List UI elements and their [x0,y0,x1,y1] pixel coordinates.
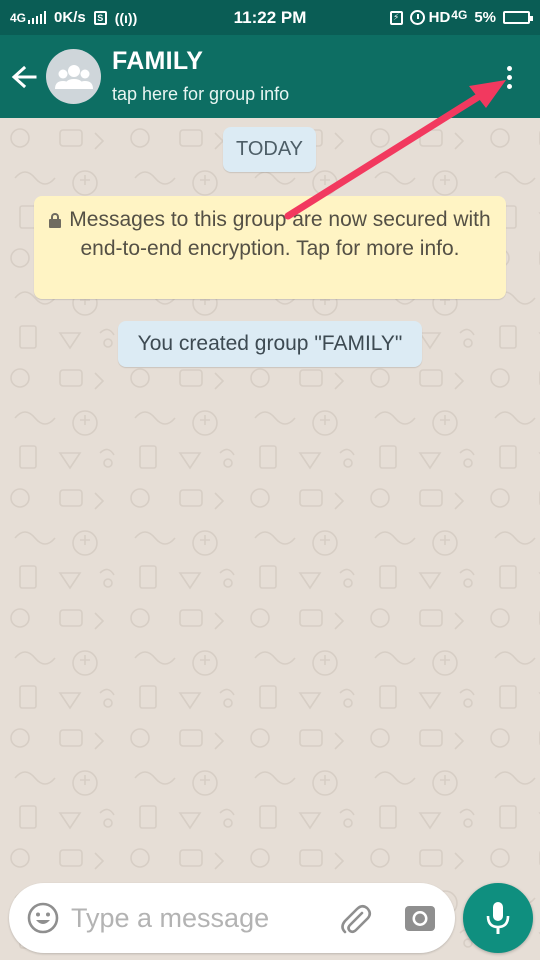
network-speed: 0K/s [54,9,86,26]
battery-icon [503,11,533,24]
encryption-notice[interactable]: Messages to this group are now secured w… [34,196,506,299]
sim-label: S [97,12,104,23]
group-icon [54,64,93,89]
system-message: You created group "FAMILY" [118,321,422,367]
status-time: 11:22 PM [233,7,307,27]
more-options-button[interactable] [494,59,524,95]
sim-icon: S [93,10,107,25]
charging-icon: ⚡ [389,10,403,25]
group-info[interactable]: FAMILY tap here for group info [112,46,290,105]
alarm-icon [409,10,425,25]
message-input[interactable] [71,895,333,941]
network-type-right: 4G [451,7,468,22]
hd-label: HD [428,9,451,26]
network-type: 4G [10,10,27,25]
status-left: 4G 0K/s S ((ı)) [10,9,210,26]
camera-button[interactable] [404,903,436,933]
group-title: FAMILY [112,46,204,75]
chat-area[interactable]: TODAY Messages to this group are now sec… [0,118,540,960]
attach-button[interactable] [337,901,373,937]
message-composer [9,883,455,953]
group-subtitle: tap here for group info [112,83,290,104]
voice-message-button[interactable] [463,883,533,953]
camera-icon [405,906,435,931]
date-label: TODAY [223,127,316,172]
status-right: ⚡ HD 4G 5% [330,7,533,26]
emoji-icon [27,902,59,934]
hotspot-icon: ((ı)) [114,9,138,26]
paperclip-icon [341,904,372,934]
battery-percent: 5% [474,9,496,26]
microphone-icon [486,902,510,934]
signal-icon [28,11,47,24]
back-button[interactable] [2,47,46,107]
more-vertical-icon [506,65,512,89]
encryption-notice-text: Messages to this group are now secured w… [69,208,491,260]
arrow-left-icon [11,65,37,88]
emoji-button[interactable] [26,901,60,935]
lock-icon [49,213,62,228]
status-bar: 4G 0K/s S ((ı)) 11:22 PM ⚡ HD 4G 5% [0,0,540,35]
chat-header[interactable]: FAMILY tap here for group info [0,35,540,118]
group-avatar[interactable] [46,49,101,104]
